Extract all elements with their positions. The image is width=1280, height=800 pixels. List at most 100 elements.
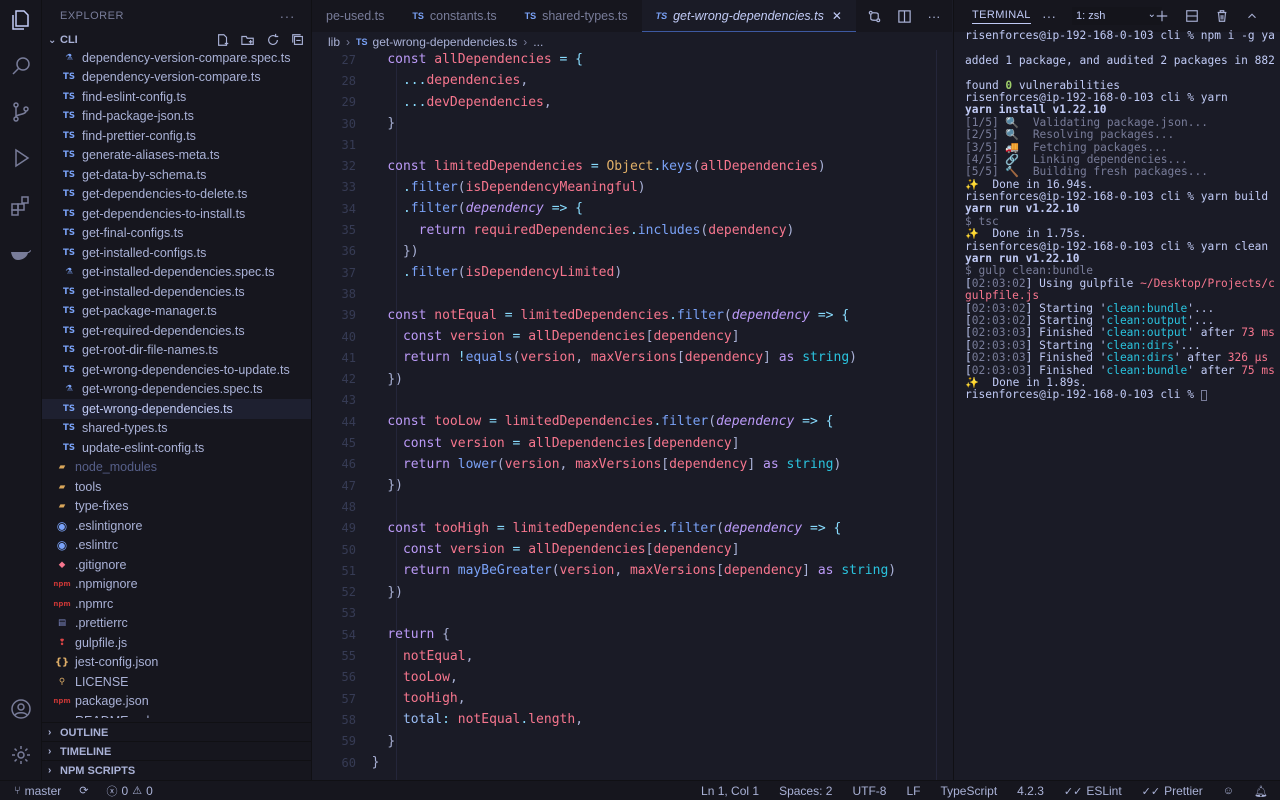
tree-file[interactable]: ❢ gulpfile.js — [42, 633, 311, 653]
cursor-position[interactable]: Ln 1, Col 1 — [701, 784, 759, 798]
ts-version[interactable]: 4.2.3 — [1017, 784, 1044, 798]
tree-file[interactable]: TS get-dependencies-to-install.ts — [42, 204, 311, 224]
search-icon[interactable] — [9, 54, 33, 78]
editor-tab[interactable]: TS constants.ts — [398, 0, 510, 32]
tree-file[interactable]: ▤ .prettierrc — [42, 614, 311, 634]
split-terminal-icon[interactable] — [1184, 8, 1200, 24]
notifications-status[interactable]: 🔔︎ — [1254, 785, 1268, 798]
account-icon[interactable] — [9, 697, 33, 721]
tree-file[interactable]: TS get-installed-dependencies.ts — [42, 282, 311, 302]
typescript-file-icon: TS — [63, 423, 75, 434]
editor-tab-label: constants.ts — [429, 9, 497, 23]
editor-tab[interactable]: pe-used.ts — [312, 0, 398, 32]
maximize-panel-icon[interactable] — [1244, 8, 1260, 24]
workspace-folder-cli[interactable]: ⌄ CLI — [42, 31, 311, 49]
problems-status[interactable]: ⓧ 0 ⚠ 0 — [107, 783, 153, 799]
tree-file[interactable]: ⚗ dependency-version-compare.spec.ts — [42, 48, 311, 68]
typescript-file-icon: TS — [63, 403, 75, 414]
code-line: 47 }) — [312, 475, 952, 496]
tree-file[interactable]: ◉ .eslintignore — [42, 516, 311, 536]
eslint-status[interactable]: ✓✓ ESLint — [1064, 784, 1122, 798]
breadcrumb-folder[interactable]: lib — [328, 35, 340, 49]
tree-file[interactable]: TS get-final-configs.ts — [42, 224, 311, 244]
tree-file[interactable]: npm .npmignore — [42, 575, 311, 595]
editor-tab[interactable]: TS shared-types.ts — [511, 0, 642, 32]
tree-folder[interactable]: ▰ tools — [42, 477, 311, 497]
prettier-status[interactable]: ✓✓ Prettier — [1142, 784, 1203, 798]
code-editor[interactable]: 27 const allDependencies = {28 ...depend… — [312, 50, 952, 780]
tree-file[interactable]: TS get-dependencies-to-delete.ts — [42, 185, 311, 205]
tree-file[interactable]: ◆ .gitignore — [42, 555, 311, 575]
new-file-icon[interactable] — [215, 32, 231, 48]
encoding[interactable]: UTF-8 — [852, 784, 886, 798]
tree-file[interactable]: TS get-package-manager.ts — [42, 302, 311, 322]
tree-file[interactable]: TS update-eslint-config.ts — [42, 438, 311, 458]
open-changes-icon[interactable] — [866, 8, 882, 24]
line-number: 54 — [341, 627, 356, 642]
tree-folder[interactable]: ▰ node_modules — [42, 458, 311, 478]
editor-tab[interactable]: TS get-wrong-dependencies.ts ✕ — [641, 0, 856, 32]
breadcrumb-file[interactable]: get-wrong-dependencies.ts — [373, 35, 518, 49]
new-terminal-icon[interactable] — [1154, 8, 1170, 24]
editor-scrollbar[interactable] — [936, 50, 937, 780]
tree-file[interactable]: ⚲ LICENSE — [42, 672, 311, 692]
tree-file[interactable]: TS find-package-json.ts — [42, 107, 311, 127]
git-branch-status[interactable]: ⑂ master — [14, 784, 61, 798]
line-number: 30 — [341, 116, 356, 131]
feedback-status[interactable]: ☺ — [1223, 785, 1234, 797]
tree-file[interactable]: npm README.md — [42, 711, 311, 718]
code-text: }) — [387, 478, 403, 494]
tree-file[interactable]: ◉ .eslintrc — [42, 536, 311, 556]
indentation[interactable]: Spaces: 2 — [779, 784, 832, 798]
language-mode[interactable]: TypeScript — [940, 784, 997, 798]
kill-terminal-icon[interactable] — [1214, 8, 1230, 24]
outline-section[interactable]: › OUTLINE — [42, 722, 311, 742]
tree-file[interactable]: TS get-installed-configs.ts — [42, 243, 311, 263]
terminal-line: risenforces@ip-192-168-0-103 cli % npm i… — [965, 30, 1275, 42]
settings-gear-icon[interactable] — [9, 743, 33, 767]
tree-file[interactable]: TS find-prettier-config.ts — [42, 126, 311, 146]
tree-file[interactable]: npm package.json — [42, 692, 311, 712]
tree-file[interactable]: TS find-eslint-config.ts — [42, 87, 311, 107]
tree-item-label: dependency-version-compare.spec.ts — [82, 50, 291, 65]
tree-item-label: .npmignore — [75, 577, 138, 592]
editor-more-icon[interactable]: ··· — [926, 8, 942, 24]
more-actions-icon[interactable]: ··· — [280, 8, 296, 24]
line-number: 38 — [341, 286, 356, 301]
tree-file[interactable]: TS generate-aliases-meta.ts — [42, 146, 311, 166]
docker-icon[interactable] — [9, 240, 33, 264]
explorer-files-icon[interactable] — [9, 8, 33, 32]
breadcrumb-symbol[interactable]: ... — [533, 35, 543, 49]
tree-file[interactable]: TS get-root-dir-file-names.ts — [42, 341, 311, 361]
source-control-icon[interactable] — [9, 100, 33, 124]
tree-file[interactable]: ⚗ get-wrong-dependencies.spec.ts — [42, 380, 311, 400]
tree-file[interactable]: TS dependency-version-compare.ts — [42, 68, 311, 88]
tree-file[interactable]: ⚗ get-installed-dependencies.spec.ts — [42, 263, 311, 283]
sync-status[interactable]: ⟳ — [79, 784, 88, 797]
split-editor-icon[interactable] — [896, 8, 912, 24]
timeline-section[interactable]: › TIMELINE — [42, 741, 311, 761]
terminal-shell-select[interactable]: 1: zsh ⌄ — [1072, 7, 1162, 25]
tree-folder[interactable]: ▰ type-fixes — [42, 497, 311, 517]
code-line: 53 — [312, 603, 952, 624]
tree-file[interactable]: {} jest-config.json — [42, 653, 311, 673]
refresh-icon[interactable] — [265, 32, 281, 48]
tree-file[interactable]: TS get-wrong-dependencies-to-update.ts — [42, 360, 311, 380]
npm-scripts-section[interactable]: › NPM SCRIPTS — [42, 760, 311, 780]
terminal-output[interactable]: risenforces@ip-192-168-0-103 cli % npm i… — [965, 30, 1275, 402]
tree-file[interactable]: TS shared-types.ts — [42, 419, 311, 439]
close-tab-icon[interactable]: ✕ — [832, 9, 842, 23]
tree-file[interactable]: npm .npmrc — [42, 594, 311, 614]
terminal-more-icon[interactable]: ··· — [1042, 8, 1056, 24]
tree-file[interactable]: TS get-required-dependencies.ts — [42, 321, 311, 341]
tree-file[interactable]: TS get-wrong-dependencies.ts — [42, 399, 311, 419]
run-debug-icon[interactable] — [9, 146, 33, 170]
extensions-icon[interactable] — [9, 194, 33, 218]
collapse-all-icon[interactable] — [290, 32, 306, 48]
end-of-line[interactable]: LF — [906, 784, 920, 798]
terminal-tab[interactable]: TERMINAL — [972, 9, 1031, 24]
new-folder-icon[interactable] — [240, 32, 256, 48]
code-line: 34 .filter(dependency => { — [312, 198, 952, 219]
code-line: 43 — [312, 390, 952, 411]
tree-file[interactable]: TS get-data-by-schema.ts — [42, 165, 311, 185]
